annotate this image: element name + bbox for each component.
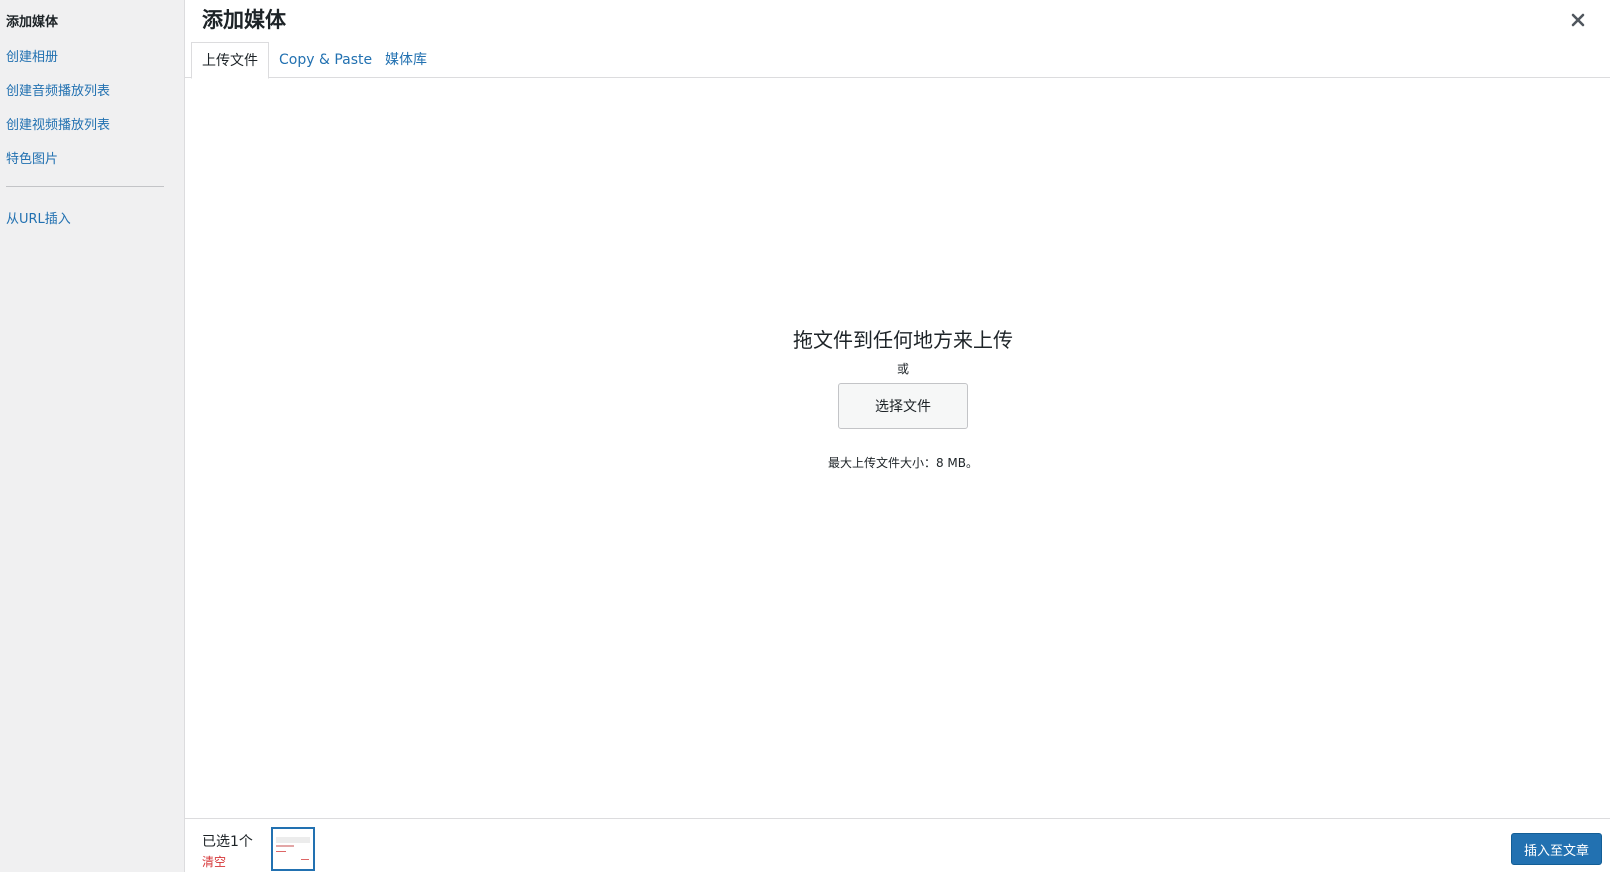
sidebar-item-featured-image[interactable]: 特色图片 bbox=[6, 148, 58, 167]
thumbnail-preview-line bbox=[276, 845, 294, 847]
sidebar-item-create-audio-playlist[interactable]: 创建音频播放列表 bbox=[6, 80, 110, 99]
select-files-button[interactable]: 选择文件 bbox=[838, 383, 968, 429]
tab-copy-paste[interactable]: Copy & Paste bbox=[279, 42, 372, 78]
sidebar-divider bbox=[6, 186, 164, 187]
max-upload-size: 最大上传文件大小：8 MB。 bbox=[827, 456, 979, 470]
tab-upload-files[interactable]: 上传文件 bbox=[191, 42, 269, 79]
page-title: 添加媒体 bbox=[202, 8, 286, 32]
media-tabs: 上传文件 Copy & Paste 媒体库 bbox=[185, 42, 1610, 79]
selection-count: 已选1个 bbox=[202, 834, 253, 850]
drop-files-instructions: 拖文件到任何地方来上传 bbox=[793, 328, 1013, 352]
sidebar-item-create-gallery[interactable]: 创建相册 bbox=[6, 46, 58, 65]
media-toolbar: 已选1个 清空 插入至文章 bbox=[185, 818, 1610, 872]
sidebar-item-insert-from-url[interactable]: 从URL插入 bbox=[6, 208, 71, 227]
media-sidebar: 添加媒体 创建相册 创建音频播放列表 创建视频播放列表 特色图片 从URL插入 bbox=[0, 0, 185, 872]
close-icon[interactable] bbox=[1566, 8, 1590, 32]
sidebar-title: 添加媒体 bbox=[6, 15, 59, 30]
sidebar-item-create-video-playlist[interactable]: 创建视频播放列表 bbox=[6, 114, 110, 133]
or-separator: 或 bbox=[896, 362, 909, 376]
thumbnail-preview-block bbox=[276, 837, 310, 843]
tab-media-library[interactable]: 媒体库 bbox=[385, 42, 427, 78]
selected-attachment-thumbnail[interactable] bbox=[271, 827, 315, 871]
insert-into-post-button[interactable]: 插入至文章 bbox=[1511, 833, 1602, 865]
clear-selection-link[interactable]: 清空 bbox=[202, 853, 226, 870]
thumbnail-preview-line bbox=[276, 851, 286, 852]
thumbnail-preview-line bbox=[301, 859, 309, 860]
